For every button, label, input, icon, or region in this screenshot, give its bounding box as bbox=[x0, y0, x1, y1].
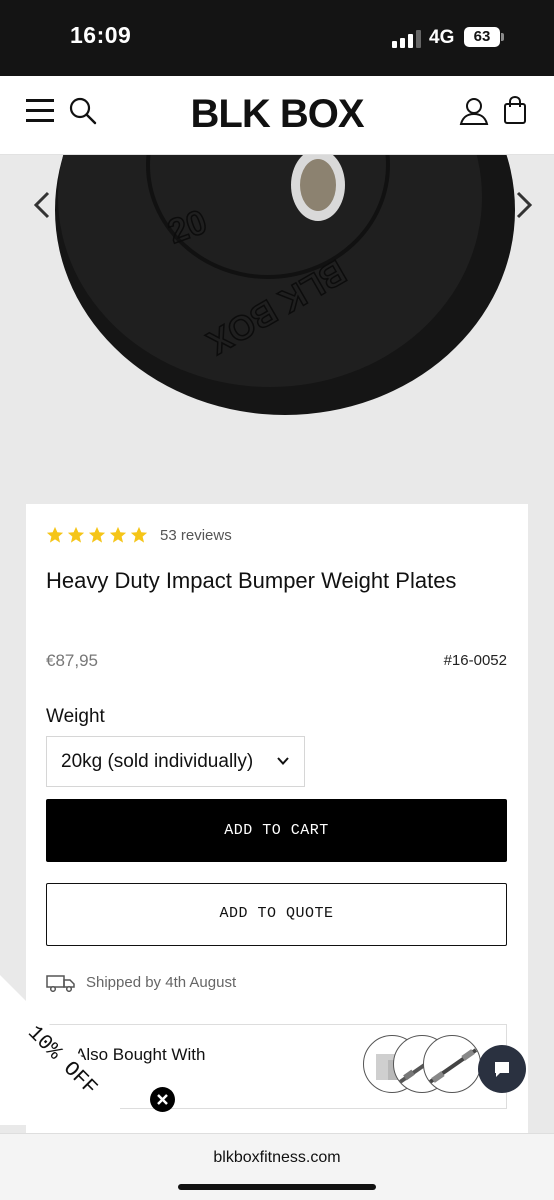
product-sku: #16-0052 bbox=[443, 652, 507, 669]
rating-stars[interactable] bbox=[46, 526, 151, 546]
add-to-quote-button[interactable]: ADD TO QUOTE bbox=[46, 883, 507, 946]
weight-select[interactable]: 20kg (sold individually) bbox=[46, 736, 305, 787]
battery-tip bbox=[501, 33, 504, 41]
chevron-right-icon[interactable] bbox=[512, 185, 536, 225]
signal-icon bbox=[392, 30, 422, 48]
network-label: 4G bbox=[429, 27, 455, 48]
site-header: BLK BOX bbox=[0, 76, 554, 155]
status-bar: 16:09 4G 63 bbox=[0, 0, 554, 76]
status-time: 16:09 bbox=[70, 22, 132, 48]
chat-icon bbox=[495, 1062, 509, 1077]
product-title: Heavy Duty Impact Bumper Weight Plates bbox=[46, 568, 457, 593]
chevron-left-icon[interactable] bbox=[30, 185, 54, 225]
star-icon bbox=[67, 526, 85, 543]
chevron-down-icon bbox=[277, 757, 289, 765]
product-gallery[interactable]: 20 BLK BOX bbox=[0, 155, 554, 505]
discount-tab[interactable]: 10% OFF bbox=[0, 975, 120, 1125]
weight-select-value: 20kg (sold individually) bbox=[61, 751, 254, 772]
product-image: 20 BLK BOX bbox=[55, 155, 515, 415]
weight-label: Weight bbox=[46, 706, 105, 727]
url-bar[interactable]: blkboxfitness.com bbox=[0, 1149, 554, 1167]
close-icon[interactable] bbox=[150, 1087, 175, 1112]
also-bought-thumb[interactable] bbox=[423, 1035, 481, 1093]
browser-bottom-bar: blkboxfitness.com bbox=[0, 1133, 554, 1200]
battery-icon: 63 bbox=[464, 27, 500, 47]
home-indicator bbox=[178, 1184, 376, 1190]
bag-icon[interactable] bbox=[502, 95, 528, 125]
reviews-link[interactable]: 53 reviews bbox=[160, 527, 232, 544]
chat-button[interactable] bbox=[478, 1045, 526, 1093]
add-to-cart-button[interactable]: ADD TO CART bbox=[46, 799, 507, 862]
star-icon bbox=[109, 526, 127, 543]
star-icon bbox=[88, 526, 106, 543]
product-price: €87,95 bbox=[46, 651, 98, 670]
star-icon bbox=[46, 526, 64, 543]
account-icon[interactable] bbox=[459, 96, 489, 126]
star-icon bbox=[130, 526, 148, 543]
